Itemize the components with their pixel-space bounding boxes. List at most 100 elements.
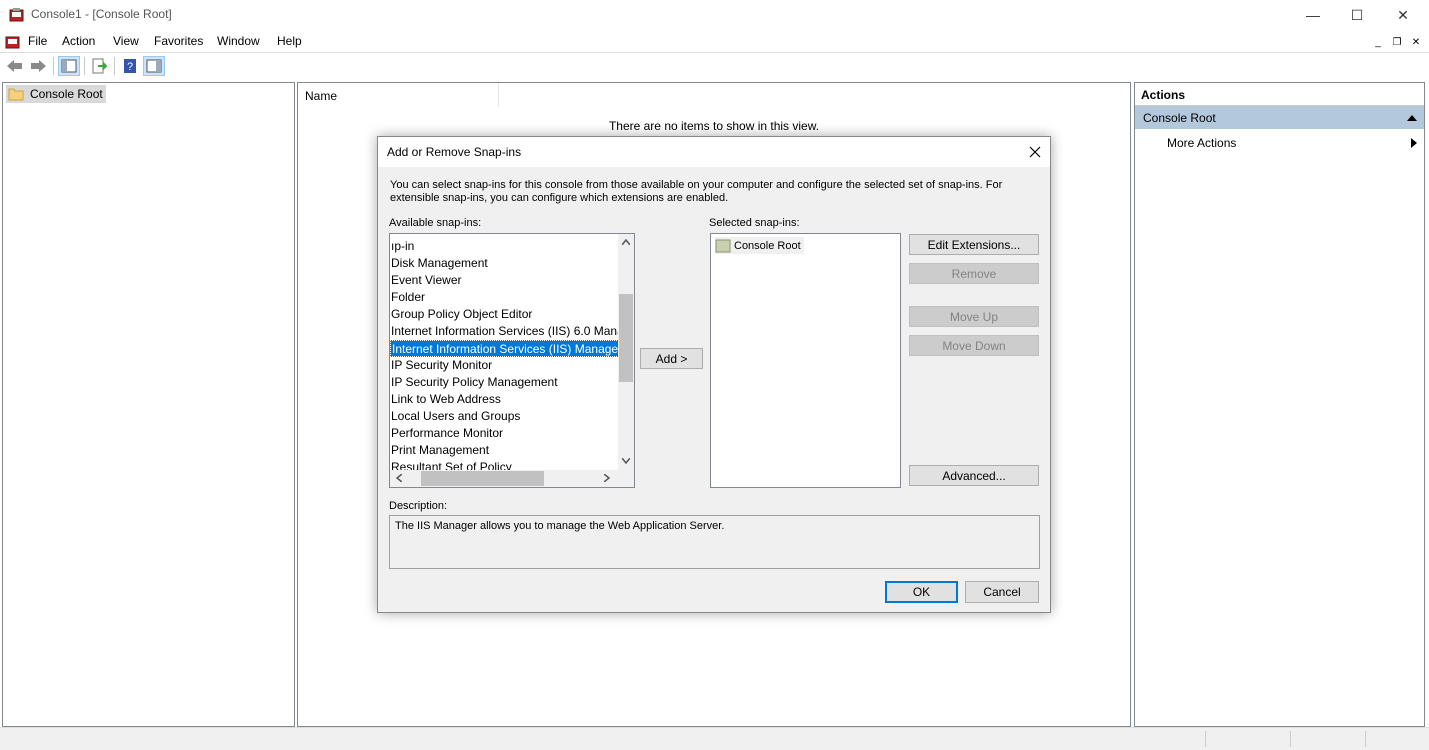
- svg-text:?: ?: [127, 61, 133, 73]
- show-hide-console-tree-button[interactable]: [58, 56, 80, 76]
- move-up-button[interactable]: Move Up: [909, 306, 1039, 327]
- empty-view-message: There are no items to show in this view.: [608, 119, 820, 133]
- action-pane-icon: [146, 59, 162, 73]
- menu-favorites[interactable]: Favorites: [154, 34, 203, 48]
- selected-snapins-label: Selected snap-ins:: [709, 217, 800, 229]
- dialog-close-button[interactable]: [1022, 139, 1048, 165]
- mdi-minimize-button[interactable]: _: [1369, 33, 1387, 51]
- dialog-title: Add or Remove Snap-ins: [387, 145, 522, 159]
- advanced-button[interactable]: Advanced...: [909, 465, 1039, 486]
- back-button[interactable]: [4, 56, 26, 76]
- remove-button[interactable]: Remove: [909, 263, 1039, 284]
- actions-section-label: Console Root: [1143, 111, 1216, 125]
- available-snapin-item[interactable]: Print Management: [390, 442, 493, 459]
- available-snapin-item[interactable]: Internet Information Services (IIS) 6.0 …: [390, 323, 618, 340]
- actions-pane: Actions Console Root More Actions: [1134, 82, 1425, 727]
- menu-window[interactable]: Window: [217, 34, 260, 48]
- move-down-button[interactable]: Move Down: [909, 335, 1039, 356]
- status-bar: [0, 727, 1429, 750]
- horizontal-scroll-thumb[interactable]: [421, 471, 544, 486]
- available-snapin-item[interactable]: Local Users and Groups: [390, 408, 524, 425]
- help-button[interactable]: ?: [119, 56, 141, 76]
- submenu-arrow-icon: [1411, 138, 1417, 148]
- available-snapin-item[interactable]: Group Policy Object Editor: [390, 306, 536, 323]
- folder-icon: [8, 88, 24, 101]
- selected-snapin-console-root[interactable]: Console Root: [715, 237, 804, 254]
- scroll-up-icon: [622, 239, 630, 245]
- description-text: The IIS Manager allows you to manage the…: [395, 520, 725, 532]
- help-icon: ?: [124, 59, 136, 73]
- back-arrow-icon: [7, 60, 22, 72]
- selected-snapins-list[interactable]: Console Root: [710, 233, 901, 488]
- more-actions-label: More Actions: [1167, 136, 1237, 150]
- export-list-icon: [92, 58, 107, 74]
- available-snapin-item[interactable]: ıp-in: [390, 238, 418, 255]
- available-snapin-item[interactable]: Resultant Set of Policy: [390, 459, 516, 470]
- toolbar: ?: [0, 52, 1429, 80]
- available-snapin-item[interactable]: IP Security Policy Management: [390, 374, 562, 391]
- show-hide-action-pane-button[interactable]: [143, 56, 165, 76]
- menu-bar: File Action View Favorites Window Help: [0, 30, 1429, 52]
- mdi-minimize-icon: _: [1375, 36, 1381, 48]
- available-snapin-item[interactable]: Folder: [390, 289, 429, 306]
- available-snapin-item[interactable]: Disk Management: [390, 255, 492, 272]
- title-bar: Console1 - [Console Root] — ☐ ✕: [0, 0, 1429, 30]
- console-tree-icon: [61, 59, 77, 73]
- close-icon: ✕: [1397, 6, 1409, 23]
- console-tree-pane: Console Root: [2, 82, 295, 727]
- mdi-close-icon: ✕: [1411, 36, 1421, 48]
- available-snapin-item[interactable]: Link to Web Address: [390, 391, 505, 408]
- available-snapin-item[interactable]: IP Security Monitor: [390, 357, 496, 374]
- folder-icon: [715, 239, 731, 252]
- add-remove-snapins-dialog: Add or Remove Snap-ins You can select sn…: [377, 136, 1051, 613]
- maximize-button[interactable]: ☐: [1334, 0, 1380, 30]
- minimize-icon: —: [1306, 7, 1320, 23]
- maximize-icon: ☐: [1350, 6, 1364, 23]
- export-list-button[interactable]: [88, 56, 110, 76]
- window-title: Console1 - [Console Root]: [31, 7, 172, 21]
- column-header-name[interactable]: Name: [298, 83, 499, 107]
- vertical-scroll-thumb[interactable]: [619, 294, 633, 382]
- menu-view[interactable]: View: [113, 34, 139, 48]
- scroll-right-icon: [604, 474, 610, 482]
- menu-file[interactable]: File: [28, 34, 47, 48]
- description-box: The IIS Manager allows you to manage the…: [389, 515, 1040, 569]
- close-button[interactable]: ✕: [1380, 0, 1426, 30]
- available-snapins-label: Available snap-ins:: [389, 217, 482, 229]
- tree-node-console-root[interactable]: Console Root: [6, 85, 106, 103]
- column-header-label: Name: [305, 89, 338, 103]
- add-button[interactable]: Add >: [640, 348, 703, 369]
- actions-section-console-root[interactable]: Console Root: [1135, 106, 1424, 129]
- mdi-close-button[interactable]: ✕: [1407, 33, 1425, 51]
- mdi-restore-icon: ❐: [1392, 36, 1402, 48]
- cancel-button[interactable]: Cancel: [965, 581, 1039, 603]
- available-snapins-list[interactable]: ıp-in Disk Management Event Viewer Folder Gr…: [389, 233, 635, 488]
- selected-snapin-label: Console Root: [734, 239, 801, 252]
- actions-header: Actions: [1135, 83, 1424, 106]
- menu-action[interactable]: Action: [62, 34, 95, 48]
- ok-button[interactable]: OK: [885, 581, 958, 603]
- dialog-title-bar: Add or Remove Snap-ins: [378, 137, 1050, 167]
- actions-header-label: Actions: [1141, 88, 1186, 102]
- collapse-up-icon: [1407, 115, 1417, 121]
- available-snapin-item[interactable]: Performance Monitor: [390, 425, 507, 442]
- horizontal-scrollbar[interactable]: [390, 470, 618, 487]
- mmc-app-icon[interactable]: [9, 7, 25, 23]
- close-icon: [1029, 146, 1041, 158]
- available-snapin-item[interactable]: Event Viewer: [390, 272, 465, 289]
- description-label: Description:: [389, 500, 448, 512]
- scroll-down-icon: [622, 458, 630, 464]
- console-menu-icon[interactable]: [5, 34, 21, 50]
- menu-help[interactable]: Help: [277, 34, 302, 48]
- edit-extensions-button[interactable]: Edit Extensions...: [909, 234, 1039, 255]
- tree-node-label: Console Root: [30, 87, 103, 101]
- vertical-scrollbar[interactable]: [618, 234, 634, 470]
- more-actions-item[interactable]: More Actions: [1135, 131, 1424, 153]
- minimize-button[interactable]: —: [1290, 0, 1336, 30]
- dialog-intro-text: You can select snap-ins for this console…: [390, 179, 1003, 204]
- forward-arrow-icon: [31, 60, 46, 72]
- forward-button[interactable]: [27, 56, 49, 76]
- available-snapin-item[interactable]: Internet Information Services (IIS) Mana…: [390, 340, 618, 357]
- mdi-restore-button[interactable]: ❐: [1388, 33, 1406, 51]
- scroll-left-icon: [396, 474, 402, 482]
